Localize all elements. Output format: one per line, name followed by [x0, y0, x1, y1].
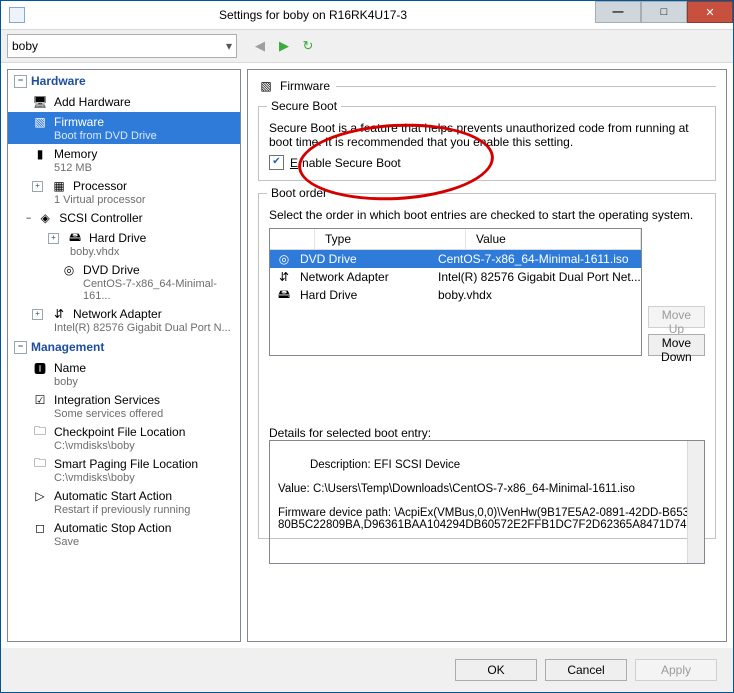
integration-icon: ☑ [32, 392, 48, 408]
collapse-icon[interactable]: − [14, 75, 27, 88]
boot-order-list[interactable]: Type Value ◎ DVD Drive CentOS-7-x86_64-M… [269, 228, 642, 356]
toolbar: boby ▾ ◀ ▶ ↻ [1, 30, 733, 63]
content-body: − Hardware 🖥Add Hardware ▧Firmware Boot … [1, 63, 733, 642]
tree-network[interactable]: +⇵Network Adapter Intel(R) 82576 Gigabit… [8, 304, 240, 336]
details-label: Details for selected boot entry: [269, 426, 705, 440]
checkpoint-icon: 🗀 [32, 424, 48, 440]
col-type[interactable]: Type [315, 229, 466, 249]
app-icon [9, 7, 25, 23]
expand-icon[interactable]: + [32, 181, 43, 192]
window-controls: — □ ✕ [595, 1, 733, 29]
tree-dvd-drive[interactable]: ◎DVD Drive CentOS-7-x86_64-Minimal-161..… [8, 260, 240, 304]
enable-secure-boot-checkbox[interactable]: ✔ [269, 155, 284, 170]
tree-memory[interactable]: ▮Memory 512 MB [8, 144, 240, 176]
cancel-button[interactable]: Cancel [545, 659, 627, 681]
hardware-label: Hardware [31, 74, 86, 88]
titlebar: Settings for boby on R16RK4U17-3 — □ ✕ [1, 1, 733, 30]
move-up-button[interactable]: Move Up [648, 306, 705, 328]
dvd-icon: ◎ [276, 251, 292, 267]
enable-secure-boot-row[interactable]: ✔ Enable Secure Boot [269, 155, 705, 170]
pane-title: Firmware [280, 79, 330, 93]
boot-order-desc: Select the order in which boot entries a… [269, 208, 705, 222]
hdd-icon: 🖴 [67, 230, 83, 246]
memory-icon: ▮ [32, 146, 48, 162]
left-tree[interactable]: − Hardware 🖥Add Hardware ▧Firmware Boot … [7, 69, 241, 642]
tree-name[interactable]: 🅸Name boby [8, 358, 240, 390]
collapse-icon[interactable]: − [14, 341, 27, 354]
tree-smartpaging[interactable]: 🗀Smart Paging File Location C:\vmdisks\b… [8, 454, 240, 486]
expand-icon[interactable]: + [48, 233, 59, 244]
tree-hard-drive[interactable]: +🖴Hard Drive boby.vhdx [8, 228, 240, 260]
nav-back-icon[interactable]: ◀ [253, 39, 267, 53]
settings-window: Settings for boby on R16RK4U17-3 — □ ✕ b… [0, 0, 734, 693]
dialog-footer: OK Cancel Apply [1, 648, 733, 692]
section-hardware[interactable]: − Hardware [8, 70, 240, 92]
window-title: Settings for boby on R16RK4U17-3 [31, 8, 595, 22]
minimize-button[interactable]: — [595, 1, 641, 23]
network-icon: ⇵ [51, 306, 67, 322]
scsi-icon: ◈ [37, 210, 53, 226]
dvd-icon: ◎ [61, 262, 77, 278]
name-icon: 🅸 [32, 360, 48, 376]
tree-checkpoint[interactable]: 🗀Checkpoint File Location C:\vmdisks\bob… [8, 422, 240, 454]
vm-selected-label: boby [12, 39, 38, 53]
boot-row-network[interactable]: ⇵ Network Adapter Intel(R) 82576 Gigabit… [270, 268, 641, 286]
title-divider [336, 86, 716, 87]
tree-add-hardware[interactable]: 🖥Add Hardware [8, 92, 240, 112]
move-buttons: Move Up Move Down [648, 228, 705, 356]
hdd-icon: 🖴 [276, 287, 292, 303]
tree-autostart[interactable]: ▷Automatic Start Action Restart if previ… [8, 486, 240, 518]
boot-details-box[interactable]: Description: EFI SCSI Device Value: C:\U… [269, 440, 705, 564]
apply-button[interactable]: Apply [635, 659, 717, 681]
smartpaging-icon: 🗀 [32, 456, 48, 472]
tree-autostop[interactable]: ◻Automatic Stop Action Save [8, 518, 240, 550]
firmware-icon: ▧ [258, 78, 274, 94]
refresh-icon[interactable]: ↻ [301, 39, 315, 53]
management-label: Management [31, 340, 104, 354]
secure-boot-desc: Secure Boot is a feature that helps prev… [269, 121, 705, 149]
processor-icon: ▦ [51, 178, 67, 194]
add-hardware-icon: 🖥 [32, 94, 48, 110]
tree-processor[interactable]: +▦Processor 1 Virtual processor [8, 176, 240, 208]
boot-row-dvd[interactable]: ◎ DVD Drive CentOS-7-x86_64-Minimal-1611… [270, 250, 641, 268]
secure-boot-group: Secure Boot Secure Boot is a feature tha… [258, 106, 716, 181]
tree-integration[interactable]: ☑Integration Services Some services offe… [8, 390, 240, 422]
tree-firmware[interactable]: ▧Firmware Boot from DVD Drive [8, 112, 240, 144]
pane-title-row: ▧ Firmware [258, 78, 716, 94]
expand-icon[interactable]: + [32, 309, 43, 320]
enable-secure-boot-label: nable Secure Boot [302, 156, 401, 170]
ok-button[interactable]: OK [455, 659, 537, 681]
move-down-button[interactable]: Move Down [648, 334, 705, 356]
vm-selector[interactable]: boby ▾ [7, 34, 237, 58]
boot-order-label: Boot order [267, 186, 331, 200]
tree-scsi[interactable]: −◈SCSI Controller [8, 208, 240, 228]
autostop-icon: ◻ [32, 520, 48, 536]
collapse-icon[interactable]: − [26, 213, 31, 223]
network-icon: ⇵ [276, 269, 292, 285]
col-value[interactable]: Value [466, 229, 641, 249]
right-pane: ▧ Firmware Secure Boot Secure Boot is a … [247, 69, 727, 642]
boot-order-group: Boot order Select the order in which boo… [258, 193, 716, 539]
boot-list-header: Type Value [270, 229, 641, 250]
close-button[interactable]: ✕ [687, 1, 733, 23]
maximize-button[interactable]: □ [641, 1, 687, 23]
chevron-down-icon: ▾ [226, 39, 232, 53]
autostart-icon: ▷ [32, 488, 48, 504]
firmware-icon: ▧ [32, 114, 48, 130]
secure-boot-label: Secure Boot [267, 99, 341, 113]
section-management[interactable]: − Management [8, 336, 240, 358]
boot-row-hdd[interactable]: 🖴 Hard Drive boby.vhdx [270, 286, 641, 304]
nav-forward-icon[interactable]: ▶ [277, 39, 291, 53]
boot-details-text: Description: EFI SCSI Device Value: C:\U… [278, 459, 705, 531]
tree-firmware-sub: Boot from DVD Drive [32, 130, 240, 142]
details-scrollbar[interactable] [687, 441, 704, 563]
